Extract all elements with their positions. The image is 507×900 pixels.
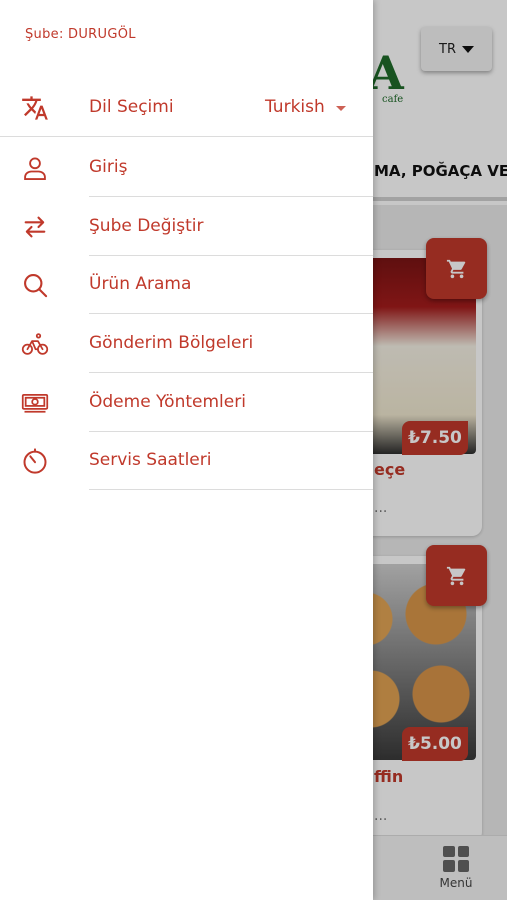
menu-item-label: Ödeme Yöntemleri (89, 392, 246, 412)
translate-icon (20, 94, 50, 122)
menu-item-label: Giriş (89, 157, 128, 177)
menu-item-delivery-areas[interactable]: Gönderim Bölgeleri (0, 315, 373, 373)
menu-item-change-branch[interactable]: Şube Değiştir (0, 198, 373, 256)
menu-item-login[interactable]: Giriş (0, 139, 373, 197)
divider (89, 313, 373, 314)
swap-icon (20, 213, 50, 241)
menu-item-product-search[interactable]: Ürün Arama (0, 256, 373, 314)
menu-item-label: Servis Saatleri (89, 450, 212, 470)
user-icon (20, 154, 50, 182)
menu-item-service-hours[interactable]: Servis Saatleri (0, 432, 373, 490)
language-selector-label: Dil Seçimi (89, 97, 174, 117)
branch-label: Şube: DURUGÖL (25, 27, 136, 42)
divider (0, 136, 373, 137)
bicycle-icon (20, 330, 50, 358)
dropdown-caret-icon (336, 106, 346, 111)
menu-item-payment-methods[interactable]: Ödeme Yöntemleri (0, 374, 373, 432)
language-selected-value[interactable]: Turkish (265, 97, 325, 117)
money-icon (20, 389, 50, 417)
menu-item-label: Ürün Arama (89, 274, 192, 294)
divider (89, 196, 373, 197)
side-drawer: Şube: DURUGÖL Dil Seçimi Turkish Giriş Ş… (0, 0, 373, 900)
language-selector[interactable]: Dil Seçimi Turkish (0, 79, 373, 137)
divider (89, 372, 373, 373)
search-icon (20, 271, 50, 299)
timer-icon (20, 447, 50, 475)
menu-item-label: Şube Değiştir (89, 216, 204, 236)
divider (89, 489, 373, 490)
menu-item-label: Gönderim Bölgeleri (89, 333, 254, 353)
